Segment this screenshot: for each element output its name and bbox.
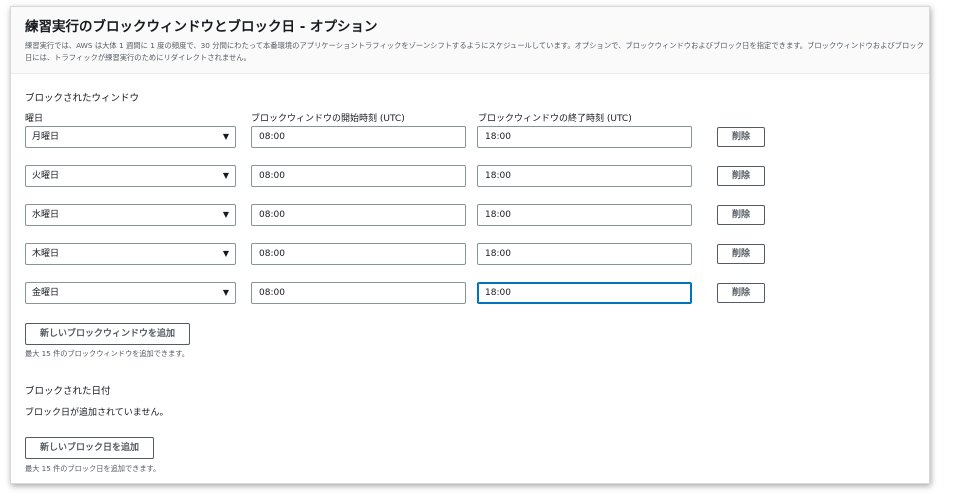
remove-button[interactable]: 削除 bbox=[717, 205, 765, 225]
caret-down-icon: ▼ bbox=[222, 171, 229, 180]
day-select-value: 火曜日 bbox=[32, 171, 60, 181]
blocking-options-panel: 練習実行のブロックウィンドウとブロック日 - オプション 練習実行では、AWS … bbox=[10, 6, 930, 484]
no-blocked-dates-text: ブロック日が追加されていません。 bbox=[25, 408, 169, 418]
add-blocked-window-button[interactable]: 新しいブロックウィンドウを追加 bbox=[25, 323, 191, 345]
start-time-input[interactable]: 08:00 bbox=[251, 126, 466, 148]
day-select[interactable]: 水曜日 ▼ bbox=[25, 204, 236, 226]
remove-button[interactable]: 削除 bbox=[717, 127, 765, 147]
day-select-value: 木曜日 bbox=[32, 249, 60, 259]
caret-down-icon: ▼ bbox=[222, 249, 229, 258]
caret-down-icon: ▼ bbox=[222, 288, 229, 297]
day-select[interactable]: 金曜日 ▼ bbox=[25, 282, 236, 304]
end-time-input[interactable]: 18:00 bbox=[477, 243, 692, 265]
day-column-label: 曜日 bbox=[25, 114, 44, 124]
blocked-dates-hint: 最大 15 件のブロック日を追加できます。 bbox=[25, 464, 161, 473]
remove-button[interactable]: 削除 bbox=[717, 166, 765, 186]
end-time-input[interactable]: 18:00 bbox=[477, 165, 692, 187]
panel-title: 練習実行のブロックウィンドウとブロック日 - オプション bbox=[25, 19, 378, 35]
caret-down-icon: ▼ bbox=[222, 132, 229, 141]
remove-button[interactable]: 削除 bbox=[717, 283, 765, 303]
panel-header: 練習実行のブロックウィンドウとブロック日 - オプション 練習実行では、AWS … bbox=[11, 7, 929, 74]
day-select[interactable]: 月曜日 ▼ bbox=[25, 126, 236, 148]
end-time-input[interactable]: 18:00 bbox=[477, 282, 692, 304]
start-time-input[interactable]: 08:00 bbox=[251, 204, 466, 226]
start-time-input[interactable]: 08:00 bbox=[251, 243, 466, 265]
panel-description: 練習実行では、AWS は大体 1 週間に 1 度の頻度で、30 分間にわたって本… bbox=[25, 41, 924, 62]
remove-button[interactable]: 削除 bbox=[717, 244, 765, 264]
day-select-value: 水曜日 bbox=[32, 210, 60, 220]
end-time-input[interactable]: 18:00 bbox=[477, 204, 692, 226]
caret-down-icon: ▼ bbox=[222, 210, 229, 219]
day-select[interactable]: 木曜日 ▼ bbox=[25, 243, 236, 265]
add-blocked-date-button[interactable]: 新しいブロック日を追加 bbox=[25, 437, 155, 459]
blocked-dates-label: ブロックされた日付 bbox=[25, 386, 111, 397]
day-select[interactable]: 火曜日 ▼ bbox=[25, 165, 236, 187]
day-select-value: 金曜日 bbox=[32, 288, 60, 298]
start-time-column-label: ブロックウィンドウの開始時刻 (UTC) bbox=[251, 114, 405, 124]
day-select-value: 月曜日 bbox=[32, 132, 60, 142]
blocked-windows-hint: 最大 15 件のブロックウィンドウを追加できます。 bbox=[25, 349, 189, 358]
end-time-input[interactable]: 18:00 bbox=[477, 126, 692, 148]
blocked-windows-label: ブロックされたウィンドウ bbox=[25, 93, 140, 104]
start-time-input[interactable]: 08:00 bbox=[251, 165, 466, 187]
start-time-input[interactable]: 08:00 bbox=[251, 282, 466, 304]
end-time-column-label: ブロックウィンドウの終了時刻 (UTC) bbox=[478, 114, 632, 124]
